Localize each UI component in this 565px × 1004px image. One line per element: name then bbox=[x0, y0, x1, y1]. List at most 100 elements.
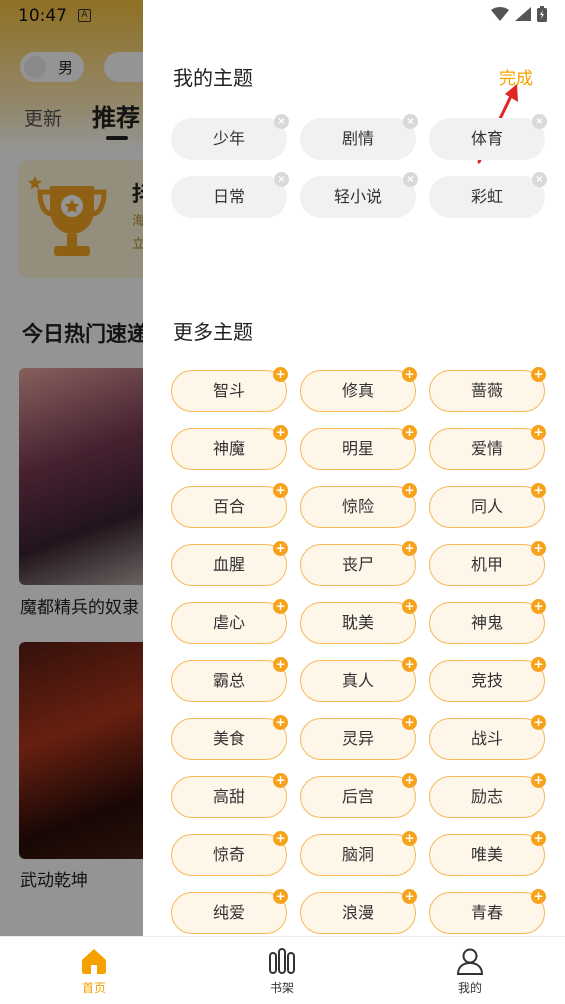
my-topic-chip[interactable]: 日常 × bbox=[171, 172, 289, 218]
more-topic-chip[interactable]: 耽美 + bbox=[300, 599, 417, 644]
more-topic-chip[interactable]: 同人 + bbox=[429, 483, 546, 528]
remove-topic-icon[interactable]: × bbox=[274, 114, 289, 129]
add-topic-icon[interactable]: + bbox=[531, 367, 546, 382]
add-topic-icon[interactable]: + bbox=[273, 657, 288, 672]
add-topic-icon[interactable]: + bbox=[531, 599, 546, 614]
add-topic-icon[interactable]: + bbox=[402, 599, 417, 614]
more-topics-title: 更多主题 bbox=[173, 320, 253, 344]
topic-label: 蔷薇 bbox=[470, 381, 503, 400]
add-topic-icon[interactable]: + bbox=[402, 541, 417, 556]
topic-label: 同人 bbox=[470, 497, 503, 516]
my-topic-chip[interactable]: 体育 × bbox=[429, 114, 547, 160]
more-topic-chip[interactable]: 脑洞 + bbox=[300, 831, 417, 876]
add-topic-icon[interactable]: + bbox=[402, 483, 417, 498]
remove-topic-icon[interactable]: × bbox=[403, 114, 418, 129]
more-topic-chip[interactable]: 战斗 + bbox=[429, 715, 546, 760]
topic-label: 血腥 bbox=[212, 555, 245, 574]
topic-label: 惊奇 bbox=[212, 845, 245, 864]
add-topic-icon[interactable]: + bbox=[273, 425, 288, 440]
remove-topic-icon[interactable]: × bbox=[274, 172, 289, 187]
more-topic-chip[interactable]: 霸总 + bbox=[171, 657, 288, 702]
nav-bookshelf[interactable]: 书架 bbox=[242, 937, 322, 1004]
more-topic-chip[interactable]: 神魔 + bbox=[171, 425, 288, 470]
more-topic-chip[interactable]: 血腥 + bbox=[171, 541, 288, 586]
nav-profile-label: 我的 bbox=[457, 981, 482, 995]
more-topic-chip[interactable]: 青春 + bbox=[429, 889, 546, 934]
more-topic-chip[interactable]: 百合 + bbox=[171, 483, 288, 528]
more-topic-chip[interactable]: 神鬼 + bbox=[429, 599, 546, 644]
more-topic-chip[interactable]: 爱情 + bbox=[429, 425, 546, 470]
topic-label: 霸总 bbox=[212, 671, 245, 690]
topic-label: 百合 bbox=[212, 497, 245, 516]
nav-profile[interactable]: 我的 bbox=[430, 937, 510, 1004]
remove-topic-icon[interactable]: × bbox=[532, 172, 547, 187]
more-topic-chip[interactable]: 后宫 + bbox=[300, 773, 417, 818]
topic-label: 爱情 bbox=[470, 439, 503, 458]
topic-label: 励志 bbox=[470, 787, 503, 806]
topic-label: 惊险 bbox=[341, 497, 374, 516]
add-topic-icon[interactable]: + bbox=[531, 483, 546, 498]
topic-label: 轻小说 bbox=[333, 187, 382, 206]
topic-label: 美食 bbox=[212, 729, 245, 748]
topic-label: 神魔 bbox=[212, 439, 245, 458]
add-topic-icon[interactable]: + bbox=[531, 657, 546, 672]
more-topic-chip[interactable]: 智斗 + bbox=[171, 367, 288, 412]
more-topic-chip[interactable]: 美食 + bbox=[171, 715, 288, 760]
add-topic-icon[interactable]: + bbox=[531, 425, 546, 440]
more-topic-chip[interactable]: 真人 + bbox=[300, 657, 417, 702]
nav-home[interactable]: 首页 bbox=[54, 937, 134, 1004]
more-topic-chip[interactable]: 丧尸 + bbox=[300, 541, 417, 586]
more-topic-chip[interactable]: 惊奇 + bbox=[171, 831, 288, 876]
topic-label: 神鬼 bbox=[470, 613, 503, 632]
more-topic-chip[interactable]: 惊险 + bbox=[300, 483, 417, 528]
add-topic-icon[interactable]: + bbox=[273, 599, 288, 614]
add-topic-icon[interactable]: + bbox=[402, 715, 417, 730]
add-topic-icon[interactable]: + bbox=[531, 889, 546, 904]
add-topic-icon[interactable]: + bbox=[273, 483, 288, 498]
more-topic-chip[interactable]: 浪漫 + bbox=[300, 889, 417, 934]
add-topic-icon[interactable]: + bbox=[402, 773, 417, 788]
more-topic-chip[interactable]: 唯美 + bbox=[429, 831, 546, 876]
add-topic-icon[interactable]: + bbox=[531, 831, 546, 846]
add-topic-icon[interactable]: + bbox=[273, 831, 288, 846]
nav-home-label: 首页 bbox=[81, 981, 106, 995]
my-topic-chip[interactable]: 彩虹 × bbox=[429, 172, 547, 218]
more-topic-chip[interactable]: 高甜 + bbox=[171, 773, 288, 818]
add-topic-icon[interactable]: + bbox=[531, 541, 546, 556]
more-topic-chip[interactable]: 明星 + bbox=[300, 425, 417, 470]
add-topic-icon[interactable]: + bbox=[531, 715, 546, 730]
add-topic-icon[interactable]: + bbox=[402, 367, 417, 382]
add-topic-icon[interactable]: + bbox=[531, 773, 546, 788]
add-topic-icon[interactable]: + bbox=[273, 541, 288, 556]
more-topic-chip[interactable]: 纯爱 + bbox=[171, 889, 288, 934]
my-topic-chip[interactable]: 轻小说 × bbox=[300, 172, 418, 218]
more-topic-chip[interactable]: 机甲 + bbox=[429, 541, 546, 586]
more-topic-chip[interactable]: 蔷薇 + bbox=[429, 367, 546, 412]
topic-label: 战斗 bbox=[470, 729, 503, 748]
add-topic-icon[interactable]: + bbox=[402, 657, 417, 672]
topic-label: 青春 bbox=[470, 903, 503, 922]
more-topic-chip[interactable]: 修真 + bbox=[300, 367, 417, 412]
add-topic-icon[interactable]: + bbox=[273, 715, 288, 730]
add-topic-icon[interactable]: + bbox=[273, 773, 288, 788]
topic-label: 竞技 bbox=[470, 671, 503, 690]
my-topic-chip[interactable]: 剧情 × bbox=[300, 114, 418, 160]
more-topic-chip[interactable]: 竞技 + bbox=[429, 657, 546, 702]
topic-label: 虐心 bbox=[212, 613, 245, 632]
more-topic-chip[interactable]: 虐心 + bbox=[171, 599, 288, 644]
bookshelf-icon bbox=[269, 948, 295, 974]
more-topic-chip[interactable]: 灵异 + bbox=[300, 715, 417, 760]
more-topic-chip[interactable]: 励志 + bbox=[429, 773, 546, 818]
my-topic-chip[interactable]: 少年 × bbox=[171, 114, 289, 160]
status-icons bbox=[491, 6, 547, 22]
remove-topic-icon[interactable]: × bbox=[532, 114, 547, 129]
add-topic-icon[interactable]: + bbox=[402, 889, 417, 904]
add-topic-icon[interactable]: + bbox=[402, 831, 417, 846]
topic-label: 真人 bbox=[341, 671, 374, 690]
topic-label: 耽美 bbox=[341, 613, 374, 632]
add-topic-icon[interactable]: + bbox=[273, 367, 288, 382]
topic-label: 纯爱 bbox=[212, 903, 245, 922]
add-topic-icon[interactable]: + bbox=[402, 425, 417, 440]
add-topic-icon[interactable]: + bbox=[273, 889, 288, 904]
remove-topic-icon[interactable]: × bbox=[403, 172, 418, 187]
